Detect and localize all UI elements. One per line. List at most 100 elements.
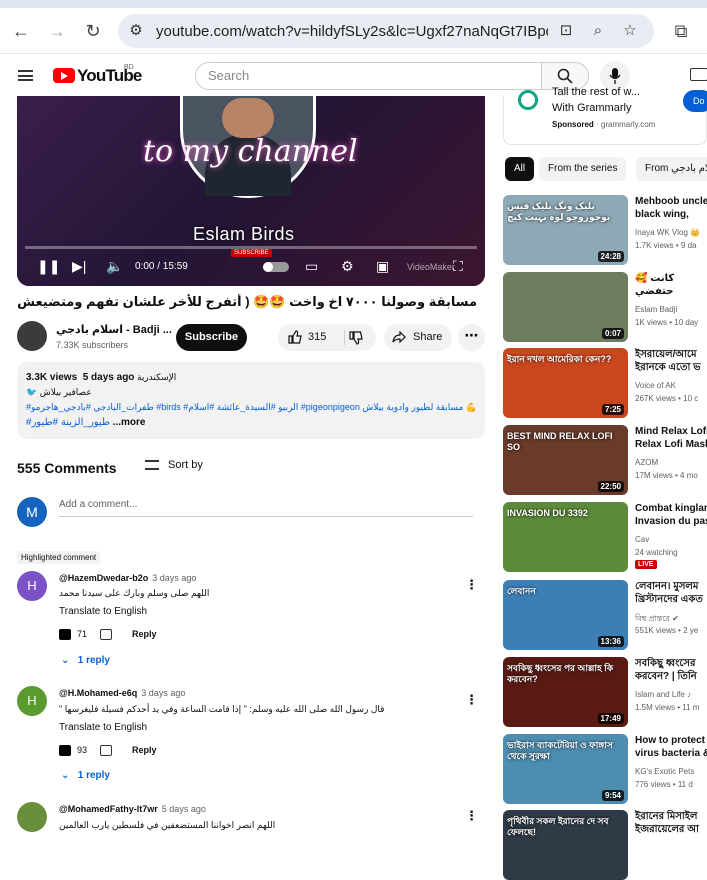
description-hashtags-2[interactable]: #طيور_الزينة #طيور xyxy=(26,417,110,428)
fullscreen-icon[interactable]: ⛶ xyxy=(453,258,463,274)
channel-name[interactable]: اسلام بادجي - Badji ... xyxy=(56,323,172,336)
related-video-title[interactable]: সবকিছু ধ্বংসের করবেন? | তিনি xyxy=(635,657,707,683)
related-video-channel[interactable]: AZOM xyxy=(635,458,658,467)
comment-reply-button[interactable]: Reply xyxy=(132,629,157,639)
next-icon[interactable]: ▶| xyxy=(72,258,86,274)
comment-author[interactable]: @H.Mohamed-e6q 3 days ago xyxy=(59,688,185,698)
related-video-channel[interactable]: KG's Exotic Pets xyxy=(635,767,694,776)
related-video-channel[interactable]: বিশ্ব প্রান্তরে ✔ xyxy=(635,613,679,626)
back-arrow-icon[interactable]: ← xyxy=(10,20,32,42)
video-thumbnail[interactable]: ভাইরাস ব্যাকটেরিয়া ও ফাঙ্গাস থেকে সুরক্… xyxy=(503,734,628,804)
site-info-icon[interactable]: ⚙ xyxy=(126,21,146,41)
url-text[interactable]: youtube.com/watch?v=hildyfSLy2s&lc=Ugxf2… xyxy=(156,23,548,40)
related-video-title[interactable]: 🥰 كانت حتفضي xyxy=(635,272,707,298)
related-video-channel[interactable]: Cav xyxy=(635,535,649,544)
related-video[interactable]: লেবানন 13:36 লেবানন। মুসলম খ্রিস্টানদের এক… xyxy=(503,580,707,650)
replies-label[interactable]: 1 reply xyxy=(78,770,110,781)
related-video-channel[interactable]: Islam and Life ♪ xyxy=(635,690,691,699)
related-video[interactable]: পৃথিবীর সকল ইরানের দে সব ফেলছে! ইরানের মি… xyxy=(503,810,707,880)
related-video-title[interactable]: Mehboob uncle black wing, black xyxy=(635,195,707,221)
related-video[interactable]: 0:07 🥰 كانت حتفضي Eslam Badji 1K views • 10… xyxy=(503,272,707,342)
sort-by-button[interactable]: Sort by xyxy=(168,459,203,471)
video-thumbnail[interactable]: সবকিছু ধ্বংসের পর আল্লাহ কি করবেন? 17:49 xyxy=(503,657,628,727)
replies-label[interactable]: 1 reply xyxy=(78,655,110,666)
bookmark-star-icon[interactable]: ☆ xyxy=(620,21,640,41)
chip-from-channel[interactable]: From اسلام بادجي xyxy=(636,157,707,181)
related-video-title[interactable]: ইরানের মিসাইল ইজরায়েলের আ xyxy=(635,810,707,836)
related-video[interactable]: INVASION DU 3392 Combat kinglan Invasion … xyxy=(503,502,707,572)
reload-icon[interactable]: ↻ xyxy=(82,20,104,42)
related-video-title[interactable]: ইসরায়েল/আমে ইরানকে এতো ভ xyxy=(635,348,707,374)
chip-from-series[interactable]: From the series xyxy=(539,157,627,181)
description-hashtags[interactable]: #طفرات_البادجي #بادجي_هاجرمو #birds #الر… xyxy=(26,402,477,413)
comment-dislike-icon[interactable] xyxy=(100,629,112,640)
youtube-logo-icon[interactable] xyxy=(53,68,75,83)
comment-menu-icon[interactable]: ⋮ xyxy=(465,577,478,593)
comment-time[interactable]: 5 days ago xyxy=(162,804,206,814)
video-thumbnail[interactable]: লেবানন 13:36 xyxy=(503,580,628,650)
related-video[interactable]: ইরান দখল আমেরিকা কেন?? 7:25 ইসরায়েল/আমে ই… xyxy=(503,348,707,418)
description-line-last[interactable]: #طيور_الزينة #طيور ...more xyxy=(26,417,146,428)
search-input[interactable]: Search xyxy=(195,62,542,90)
install-app-icon[interactable]: ⊡ xyxy=(556,21,576,41)
forward-arrow-icon[interactable]: → xyxy=(46,20,68,42)
related-video-title[interactable]: লেবানন। মুসলম খ্রিস্টানদের একত xyxy=(635,580,707,606)
comment-reply-button[interactable]: Reply xyxy=(132,745,157,755)
like-icon[interactable] xyxy=(288,330,302,344)
create-icon[interactable] xyxy=(690,68,707,81)
autoplay-toggle[interactable] xyxy=(263,262,289,272)
comment-handle[interactable]: @HazemDwedar-b2o xyxy=(59,573,148,583)
comment-author[interactable]: @MohamedFathy-lt7wr 5 days ago xyxy=(59,804,206,814)
extensions-icon[interactable]: ⧉ xyxy=(670,20,692,42)
related-video-title[interactable]: How to protect virus bacteria & xyxy=(635,734,707,760)
translate-link[interactable]: Translate to English xyxy=(59,722,147,733)
comment-menu-icon[interactable]: ⋮ xyxy=(465,808,478,824)
subtitles-icon[interactable]: ▭ xyxy=(305,258,318,274)
related-video-title[interactable]: Mind Relax Lofi Relax Lofi Mash xyxy=(635,425,707,451)
add-comment-input[interactable]: Add a comment... xyxy=(59,499,137,510)
comment-menu-icon[interactable]: ⋮ xyxy=(465,692,478,708)
video-thumbnail[interactable]: بلیک ونگ بلیک فیس بوجوروجو لوہ نہیت کیچ 2… xyxy=(503,195,628,265)
menu-icon[interactable] xyxy=(18,70,33,81)
related-video[interactable]: بلیک ونگ بلیک فیس بوجوروجو لوہ نہیت کیچ 2… xyxy=(503,195,707,265)
related-video[interactable]: ভাইরাস ব্যাকটেরিয়া ও ফাঙ্গাস থেকে সুরক্… xyxy=(503,734,707,804)
view-replies-button[interactable]: ⌄ 1 reply xyxy=(61,655,110,666)
sort-icon[interactable] xyxy=(145,460,159,470)
description-more[interactable]: ...more xyxy=(113,417,146,428)
volume-icon[interactable]: 🔈 xyxy=(106,258,123,274)
subscribe-button[interactable]: Subscribe xyxy=(176,324,247,351)
settings-gear-icon[interactable]: ⚙ xyxy=(341,258,354,274)
video-thumbnail[interactable]: পৃথিবীর সকল ইরানের দে সব ফেলছে! xyxy=(503,810,628,880)
pause-icon[interactable]: ❚❚ xyxy=(37,258,60,274)
comment-avatar[interactable]: H xyxy=(17,571,47,601)
video-thumbnail[interactable]: 0:07 xyxy=(503,272,628,342)
comment-time[interactable]: 3 days ago xyxy=(141,688,185,698)
comment-like-icon[interactable] xyxy=(59,745,71,756)
channel-avatar[interactable] xyxy=(17,321,47,351)
comment-author[interactable]: @HazemDwedar-b2o 3 days ago xyxy=(59,573,196,583)
related-video-channel[interactable]: Eslam Badji xyxy=(635,305,677,314)
comment-time[interactable]: 3 days ago xyxy=(152,573,196,583)
video-thumbnail[interactable]: ইরান দখল আমেরিকা কেন?? 7:25 xyxy=(503,348,628,418)
dislike-icon[interactable] xyxy=(349,331,363,345)
video-thumbnail[interactable]: BEST MIND RELAX LOFI SO 22:50 xyxy=(503,425,628,495)
translate-link[interactable]: Translate to English xyxy=(59,606,147,617)
ad-headline-2[interactable]: With Grammarly xyxy=(552,102,631,114)
comment-handle[interactable]: @MohamedFathy-lt7wr xyxy=(59,804,158,814)
video-progress-bar[interactable] xyxy=(25,246,477,249)
comment-avatar[interactable]: H xyxy=(17,686,47,716)
ad-cta-button[interactable]: Do xyxy=(683,90,707,112)
comment-dislike-icon[interactable] xyxy=(100,745,112,756)
video-thumbnail[interactable]: INVASION DU 3392 xyxy=(503,502,628,572)
address-bar[interactable]: ⚙ youtube.com/watch?v=hildyfSLy2s&lc=Ugx… xyxy=(118,14,654,48)
related-video-channel[interactable]: Inaya WK Vlog 👑 xyxy=(635,228,700,237)
comment-like-icon[interactable] xyxy=(59,629,71,640)
comment-handle[interactable]: @H.Mohamed-e6q xyxy=(59,688,137,698)
related-video-channel[interactable]: Voice of AK xyxy=(635,381,676,390)
share-label[interactable]: Share xyxy=(413,331,442,343)
ad-headline[interactable]: Tall the rest of w... xyxy=(552,86,640,98)
related-video[interactable]: BEST MIND RELAX LOFI SO 22:50 Mind Relax L… xyxy=(503,425,707,495)
view-replies-button[interactable]: ⌄ 1 reply xyxy=(61,770,110,781)
related-video-title[interactable]: Combat kinglan Invasion du pas xyxy=(635,502,707,528)
more-actions-button[interactable]: ⋯ xyxy=(458,324,485,351)
